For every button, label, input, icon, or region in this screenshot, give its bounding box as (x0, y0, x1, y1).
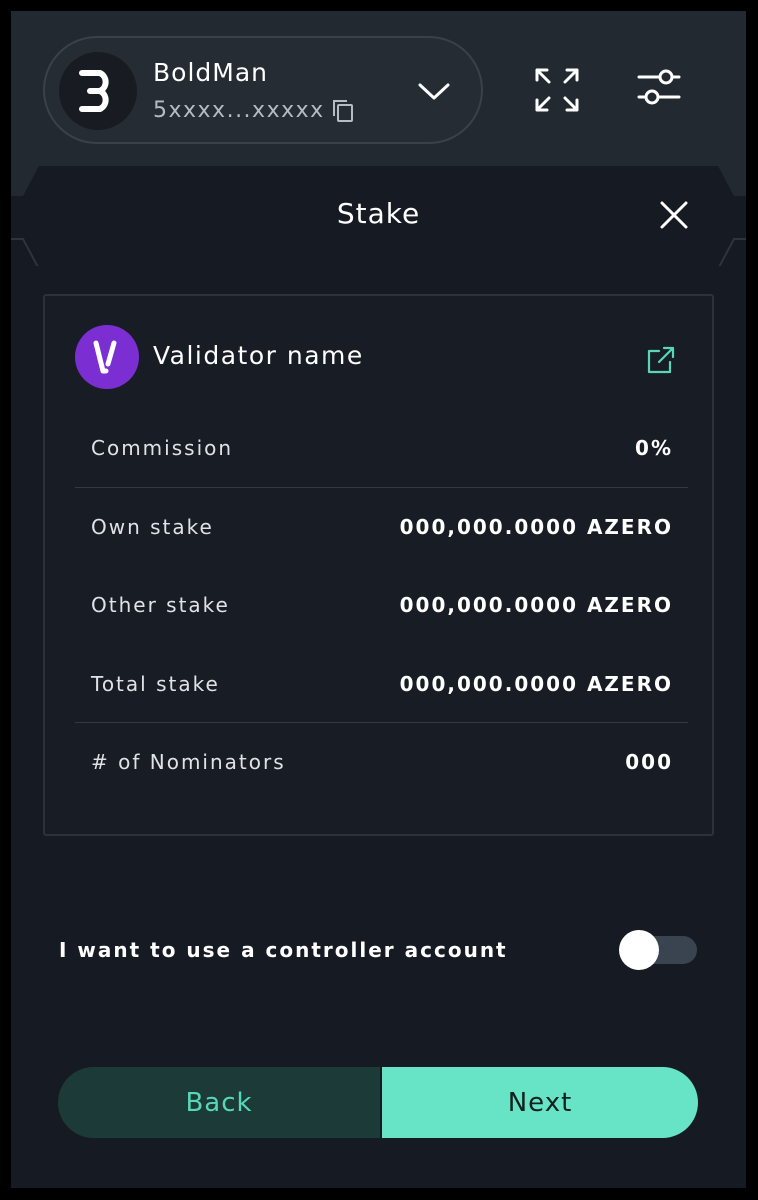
page-title: Stake (336, 197, 421, 230)
next-button[interactable]: Next (382, 1067, 698, 1138)
toggle-knob (619, 930, 659, 970)
validator-card: Validator name Commission 0% Own stake 0… (43, 294, 714, 836)
back-button[interactable]: Back (58, 1067, 380, 1138)
external-link-icon[interactable] (646, 345, 676, 375)
commission-row: Commission 0% (91, 436, 673, 460)
total-stake-value: 000,000.0000 AZERO (399, 672, 673, 696)
nominators-label: # of Nominators (91, 750, 286, 774)
commission-label: Commission (91, 436, 234, 460)
account-name: BoldMan (153, 58, 268, 87)
own-stake-row: Own stake 000,000.0000 AZERO (91, 515, 673, 539)
account-logo-icon (79, 70, 109, 112)
validator-logo-icon (93, 340, 117, 374)
settings-icon[interactable] (637, 67, 681, 107)
validator-name: Validator name (153, 341, 364, 370)
controller-account-toggle[interactable] (619, 930, 701, 972)
chevron-down-icon[interactable] (417, 74, 451, 108)
expand-icon[interactable] (534, 67, 580, 113)
nominators-value: 000 (625, 750, 673, 774)
avatar (59, 52, 137, 130)
own-stake-value: 000,000.0000 AZERO (399, 515, 673, 539)
validator-logo (75, 325, 139, 389)
total-stake-row: Total stake 000,000.0000 AZERO (91, 672, 673, 696)
other-stake-row: Other stake 000,000.0000 AZERO (91, 593, 673, 617)
app-window: BoldMan 5xxxx...xxxxx Stake Validator na… (11, 11, 746, 1188)
controller-account-label: I want to use a controller account (59, 938, 508, 962)
close-icon[interactable] (659, 200, 689, 230)
other-stake-value: 000,000.0000 AZERO (399, 593, 673, 617)
other-stake-label: Other stake (91, 593, 230, 617)
total-stake-label: Total stake (91, 672, 220, 696)
account-address: 5xxxx...xxxxx (153, 98, 325, 123)
divider (75, 722, 688, 723)
own-stake-label: Own stake (91, 515, 214, 539)
nominators-row: # of Nominators 000 (91, 750, 673, 774)
copy-icon[interactable] (331, 98, 355, 124)
account-selector[interactable]: BoldMan 5xxxx...xxxxx (43, 36, 483, 144)
divider (75, 487, 688, 488)
commission-value: 0% (635, 436, 673, 460)
